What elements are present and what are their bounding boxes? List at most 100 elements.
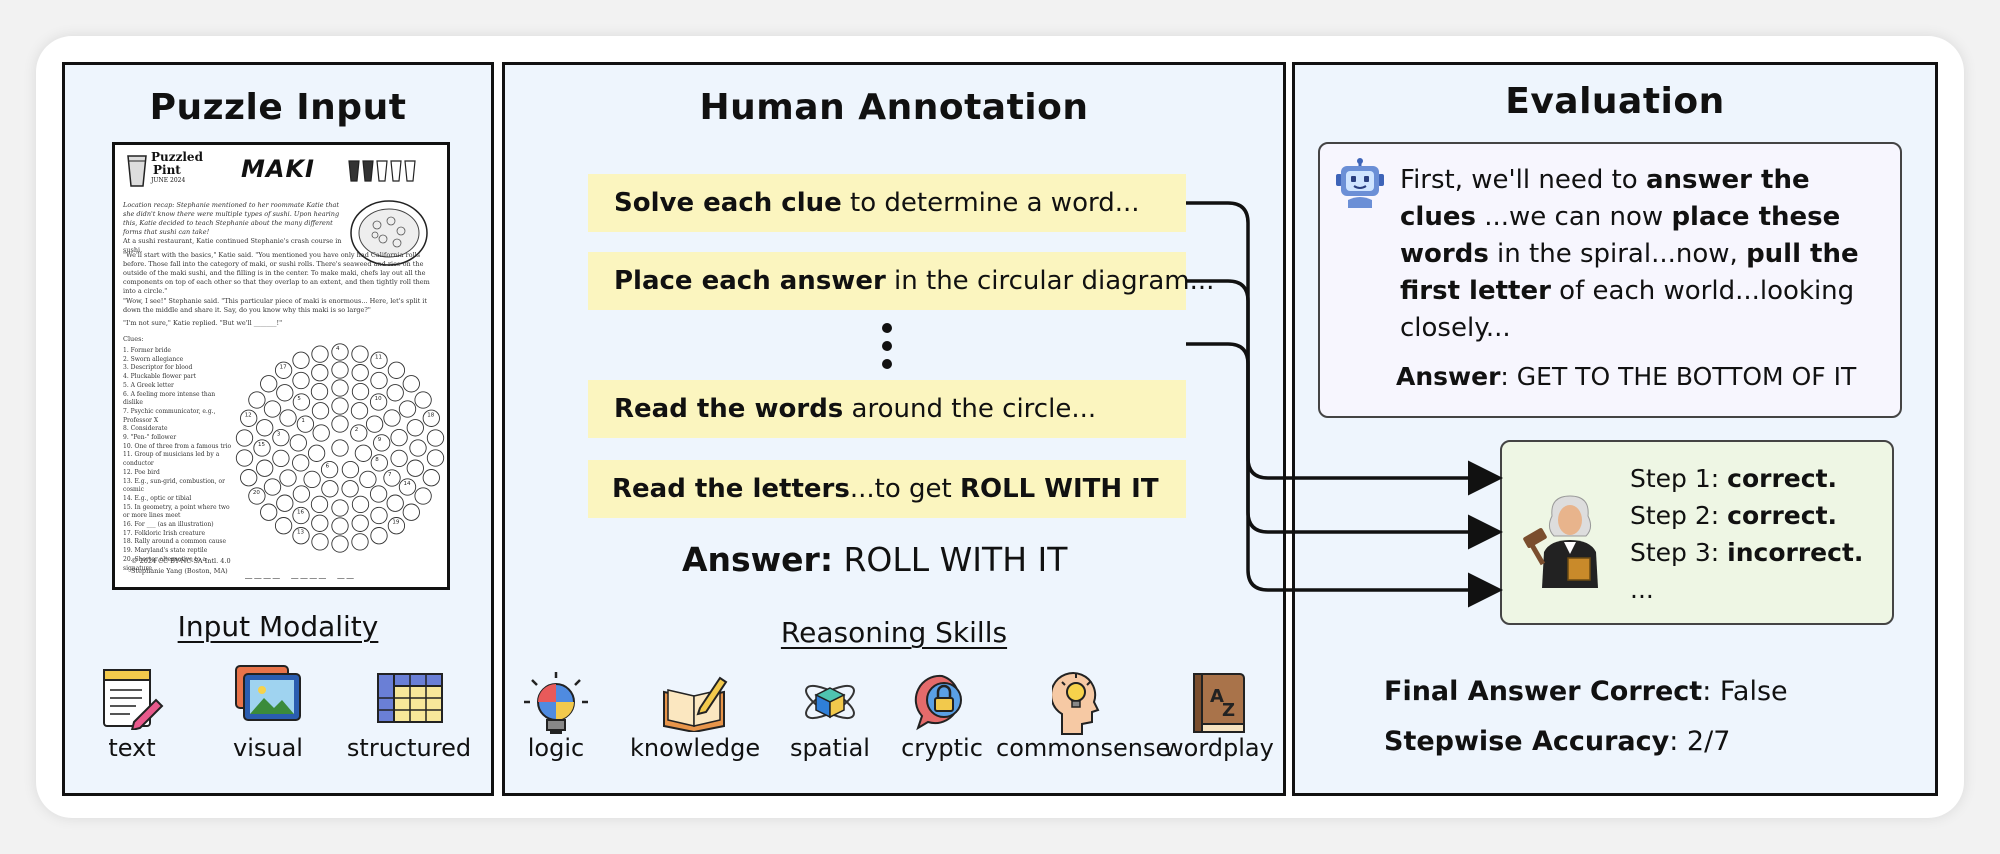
judge-step-2-verdict: correct. <box>1727 501 1838 530</box>
svg-text:Z: Z <box>1222 700 1235 721</box>
spiral-cell-number: 13 <box>297 530 304 536</box>
judge-gavel-icon <box>1523 495 1598 588</box>
spiral-cell <box>331 415 349 433</box>
spiral-cell <box>331 439 349 457</box>
spiral-cell <box>321 480 339 498</box>
spiral-cell-number: 20 <box>253 490 260 496</box>
judge-step-1-label: Step 1: <box>1630 464 1728 493</box>
judge-step-1-verdict: correct. <box>1727 464 1838 493</box>
open-book-pencil-icon <box>663 676 728 732</box>
judge-step-3-verdict: incorrect. <box>1727 538 1864 567</box>
puzzle-clue: 2. Sworn allegiance <box>123 355 184 363</box>
spiral-cell-number: 12 <box>245 412 252 418</box>
spiral-cell-number: 3 <box>277 432 281 438</box>
skill-label-wordplay: wordplay <box>1164 734 1274 762</box>
spiral-cell <box>331 361 349 379</box>
spiral-cell <box>296 415 315 433</box>
spiral-cell-number: 14 <box>404 481 411 487</box>
spiral-cell <box>390 428 408 447</box>
puzzle-title: MAKI <box>241 155 315 183</box>
model-text-fragment: in the spiral...now, <box>1488 239 1747 269</box>
judge-step-list: Step 1: correct. Step 2: correct. Step 3… <box>1630 460 1863 608</box>
robot-icon <box>1336 158 1384 208</box>
spiral-cell <box>311 514 329 532</box>
stepwise-accuracy-value: : 2/7 <box>1669 726 1731 757</box>
spiral-cell <box>311 402 330 420</box>
spiral-cell <box>369 485 388 503</box>
reasoning-skills-heading: Reasoning Skills <box>780 616 1008 649</box>
spiral-cell <box>426 449 445 467</box>
annotation-step-4: Read the letters ...to get ROLL WITH IT <box>588 460 1186 518</box>
model-reasoning-text: First, we'll need to answer the clues ..… <box>1400 162 1890 347</box>
spiral-cell-number: 16 <box>297 510 304 516</box>
modality-label-structured: structured <box>346 734 472 762</box>
spiral-cell <box>331 343 349 361</box>
puzzle-clue: 17. Folkloric Irish creature <box>123 529 206 537</box>
spiral-cell <box>351 364 369 382</box>
annotation-answer: Answer: ROLL WITH IT <box>682 540 1067 579</box>
spiral-cell <box>341 480 359 498</box>
spiral-cell <box>256 419 274 437</box>
spiral-cell <box>402 375 420 393</box>
model-answer-label: Answer <box>1396 362 1501 391</box>
spiral-cell <box>350 424 368 442</box>
spiral-cell <box>406 459 424 477</box>
spiral-cell <box>292 454 310 472</box>
puzzle-clue: 9. "Pen-" follower <box>123 434 177 442</box>
puzzle-clue: 8. Considerate <box>123 425 168 433</box>
judge-step-3: Step 3: incorrect. <box>1630 534 1863 571</box>
spiral-cell <box>279 409 297 427</box>
spiral-cell <box>351 382 370 401</box>
spiral-cell <box>373 434 391 452</box>
puzzle-clue: 10. One of three from a famous trio <box>123 442 232 450</box>
spiral-cell <box>311 345 329 363</box>
spiral-cell <box>256 459 274 477</box>
spiral-cell <box>320 460 339 479</box>
model-answer-value: : GET TO THE BOTTOM OF IT <box>1500 362 1857 391</box>
evaluation-title: Evaluation <box>1505 81 1725 122</box>
stepwise-accuracy: Stepwise Accuracy: 2/7 <box>1384 726 1730 757</box>
spiral-cell <box>276 494 294 512</box>
puzzle-clue: 13. E.g., sun-grid, combustion, or cosmi… <box>123 477 225 494</box>
puzzle-clue: 5. A Greek letter <box>123 381 174 389</box>
spiral-cell <box>354 444 373 462</box>
spiral-cell <box>370 527 388 545</box>
lock-speech-icon <box>914 674 962 731</box>
judge-step-more: ... <box>1630 575 1654 604</box>
skill-label-spatial: spatial <box>790 734 870 762</box>
spiral-cell-number: 2 <box>355 427 359 433</box>
puzzle-page-image: Puzzled Pint JUNE 2024 MAKI Location rec… <box>112 142 450 590</box>
spiral-cell <box>406 419 424 437</box>
pint-rating-icon <box>348 160 416 182</box>
judge-step-3-label: Step 3: <box>1630 538 1728 567</box>
puzzle-clue: 4. Pluckable flower part <box>123 373 197 381</box>
puzzle-clue: 16. For ___ (as an illustration) <box>123 521 214 529</box>
spiral-cell <box>351 533 369 551</box>
spiral-cell <box>311 533 329 551</box>
spiral-cell <box>370 506 388 525</box>
spiral-cell-number: 17 <box>280 364 287 370</box>
puzzle-clue: 3. Descriptor for blood <box>123 364 193 372</box>
puzzle-para-5: "I'm not sure," Katie replied. "But we'l… <box>123 319 283 327</box>
puzzle-clue: 11. Group of musicians led by a conducto… <box>123 451 220 468</box>
spiral-cell <box>351 514 369 532</box>
step-2-bold: Place each answer <box>614 266 886 296</box>
spiral-cell <box>235 429 254 447</box>
spiral-cell <box>235 449 254 467</box>
judge-step-2: Step 2: correct. <box>1630 497 1863 534</box>
table-grid-icon <box>377 673 443 723</box>
input-modality-heading: Input Modality <box>177 610 379 643</box>
skill-label-logic: logic <box>527 734 585 762</box>
puzzle-para-4: "Wow, I see!" Stephanie said. "This part… <box>123 297 427 314</box>
puzzle-clue: 6. A feeling more intense than dislike <box>123 390 216 407</box>
annotation-answer-value: ROLL WITH IT <box>833 540 1068 579</box>
spiral-cell-number: 4 <box>336 346 340 352</box>
spiral-cell-number: 18 <box>427 412 434 418</box>
spiral-cell <box>351 345 369 363</box>
step-1-bold: Solve each clue <box>614 188 842 218</box>
lightbulb-puzzle-icon <box>524 672 588 734</box>
final-answer-correct: Final Answer Correct: False <box>1384 676 1788 707</box>
puzzle-date: JUNE 2024 <box>151 177 186 184</box>
spiral-cell <box>274 517 293 535</box>
photo-gallery-icon <box>235 665 301 721</box>
